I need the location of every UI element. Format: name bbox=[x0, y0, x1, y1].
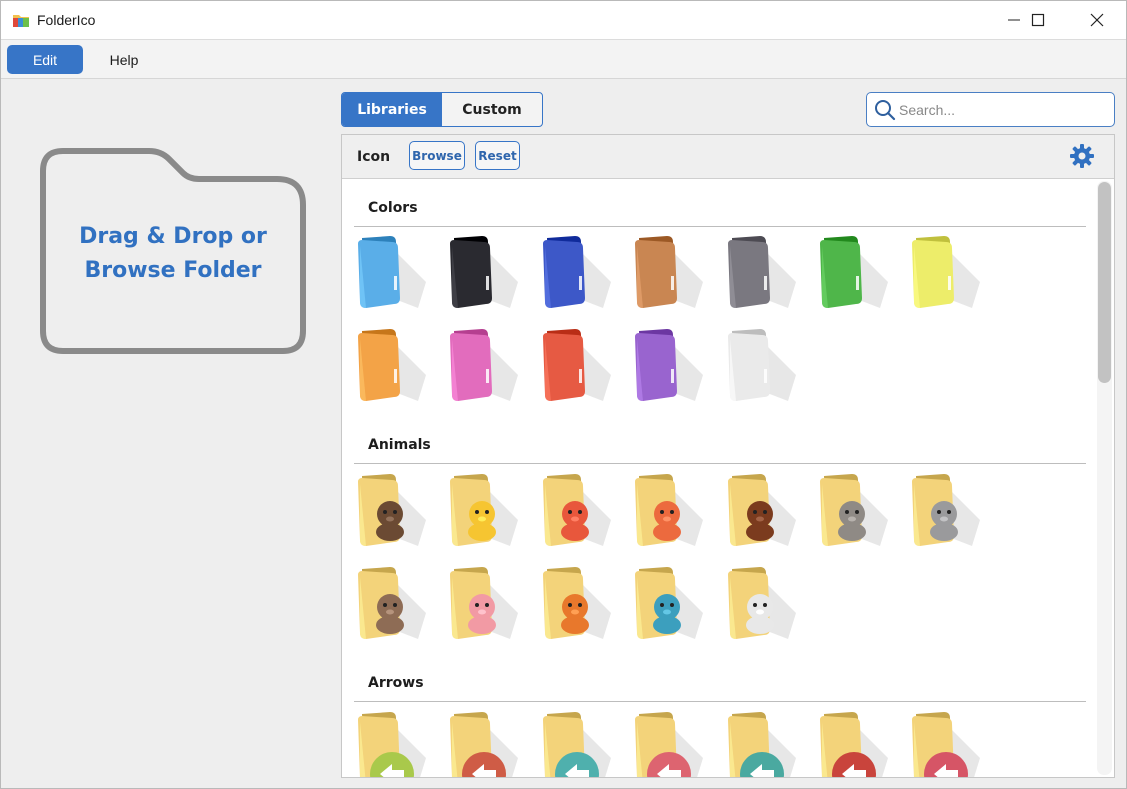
folder-chevron-left-pink-icon bbox=[912, 712, 980, 777]
folder-blue-icon bbox=[358, 236, 426, 308]
folder-icon-dark-blue[interactable] bbox=[537, 228, 613, 310]
folder-icon-raccoon[interactable] bbox=[352, 559, 428, 641]
folder-yellow-icon bbox=[912, 236, 980, 308]
scrollbar-thumb[interactable] bbox=[1098, 182, 1111, 383]
folder-icon-hippo[interactable] bbox=[814, 466, 890, 548]
folder-icon-arrow-left-lime[interactable] bbox=[352, 704, 428, 777]
search-icon bbox=[875, 100, 896, 121]
folder-arrow-left-pink-icon bbox=[635, 712, 703, 777]
folder-icon-green[interactable] bbox=[814, 228, 890, 310]
folder-icon-white[interactable] bbox=[722, 321, 798, 403]
folder-pink-icon bbox=[450, 329, 518, 401]
folder-icon-brown[interactable] bbox=[629, 228, 705, 310]
gear-icon[interactable] bbox=[1069, 143, 1095, 169]
folder-red-icon bbox=[543, 329, 611, 401]
section-title: Animals bbox=[368, 437, 431, 453]
tab-libraries[interactable]: Libraries bbox=[342, 93, 442, 126]
drop-zone-line-1: Drag & Drop or bbox=[79, 224, 267, 249]
folder-icon-dots-teal[interactable] bbox=[537, 704, 613, 777]
menu-help[interactable]: Help bbox=[93, 45, 155, 74]
folder-icon-zebra[interactable] bbox=[722, 559, 798, 641]
folder-icon-red[interactable] bbox=[537, 321, 613, 403]
drop-zone-line-2: Browse Folder bbox=[84, 258, 262, 283]
search-box bbox=[866, 92, 1115, 127]
folder-icon-chevron-left-pink[interactable] bbox=[906, 704, 982, 777]
window-title: FolderIco bbox=[37, 12, 96, 28]
folder-white-icon bbox=[728, 329, 796, 401]
library-tabs: Libraries Custom bbox=[341, 92, 543, 127]
folder-koala-icon bbox=[912, 474, 980, 546]
close-button[interactable] bbox=[1074, 1, 1120, 39]
section-title: Arrows bbox=[368, 675, 424, 691]
folder-gray-icon bbox=[728, 236, 796, 308]
folder-icon-whale[interactable] bbox=[629, 559, 705, 641]
folder-dots-teal-icon bbox=[543, 712, 611, 777]
folder-icon-crab[interactable] bbox=[537, 466, 613, 548]
drop-zone-text: Drag & Drop or Browse Folder bbox=[37, 220, 309, 288]
folder-crab-icon bbox=[543, 474, 611, 546]
tab-custom[interactable]: Custom bbox=[442, 93, 542, 126]
search-input[interactable] bbox=[899, 98, 1099, 122]
section-title: Colors bbox=[368, 200, 418, 216]
vertical-scrollbar[interactable] bbox=[1097, 181, 1112, 775]
folder-whale-icon bbox=[635, 567, 703, 639]
folder-chick-icon bbox=[450, 474, 518, 546]
folder-icon-arrow-back-teal[interactable] bbox=[722, 704, 798, 777]
folder-icon-bull[interactable] bbox=[352, 466, 428, 548]
folder-icon-pig[interactable] bbox=[444, 559, 520, 641]
folder-dark-blue-icon bbox=[543, 236, 611, 308]
folder-icon-purple[interactable] bbox=[629, 321, 705, 403]
folder-black-icon bbox=[450, 236, 518, 308]
folder-arrow-left-lime-icon bbox=[358, 712, 426, 777]
folder-icon-orange[interactable] bbox=[352, 321, 428, 403]
app-logo-icon bbox=[13, 15, 29, 27]
menu-bar: Edit Help bbox=[1, 39, 1126, 79]
app-window: FolderIco Edit Help Drag & Drop or Brows… bbox=[0, 0, 1127, 789]
folder-tiger-icon bbox=[543, 567, 611, 639]
menu-edit[interactable]: Edit bbox=[7, 45, 83, 74]
folder-icon-tiger[interactable] bbox=[537, 559, 613, 641]
folder-hippo-icon bbox=[820, 474, 888, 546]
folder-icon-chick[interactable] bbox=[444, 466, 520, 548]
folder-icon-gray[interactable] bbox=[722, 228, 798, 310]
folder-icon-black[interactable] bbox=[444, 228, 520, 310]
maximize-button[interactable] bbox=[1015, 1, 1061, 39]
folder-icon-arrow-left-red[interactable] bbox=[444, 704, 520, 777]
folder-icon-yellow[interactable] bbox=[906, 228, 982, 310]
section-divider bbox=[354, 701, 1086, 702]
icon-library-panel: Icon Browse Reset Colors Animals Arrows bbox=[341, 134, 1115, 778]
folder-hedgehog-icon bbox=[728, 474, 796, 546]
folder-icon-pink[interactable] bbox=[444, 321, 520, 403]
folder-zebra-icon bbox=[728, 567, 796, 639]
browse-icon-button[interactable]: Browse bbox=[409, 141, 465, 170]
folder-icon-arrow-left-pink[interactable] bbox=[629, 704, 705, 777]
folder-icon-fox[interactable] bbox=[629, 466, 705, 548]
icon-grid-area: Colors Animals Arrows bbox=[342, 180, 1114, 777]
maximize-icon bbox=[1031, 13, 1045, 27]
section-divider bbox=[354, 226, 1086, 227]
folder-icon-arrow-left-dark-red[interactable] bbox=[814, 704, 890, 777]
close-icon bbox=[1090, 13, 1104, 27]
folder-green-icon bbox=[820, 236, 888, 308]
folder-fox-icon bbox=[635, 474, 703, 546]
title-bar: FolderIco bbox=[1, 1, 1126, 39]
folder-icon-blue[interactable] bbox=[352, 228, 428, 310]
reset-icon-button[interactable]: Reset bbox=[475, 141, 520, 170]
folder-icon-hedgehog[interactable] bbox=[722, 466, 798, 548]
folder-pig-icon bbox=[450, 567, 518, 639]
folder-arrow-back-teal-icon bbox=[728, 712, 796, 777]
folder-bull-icon bbox=[358, 474, 426, 546]
section-divider bbox=[354, 463, 1086, 464]
folder-raccoon-icon bbox=[358, 567, 426, 639]
icon-toolbar: Icon Browse Reset bbox=[342, 135, 1114, 179]
folder-brown-icon bbox=[635, 236, 703, 308]
folder-icon-koala[interactable] bbox=[906, 466, 982, 548]
folder-orange-icon bbox=[358, 329, 426, 401]
folder-arrow-left-dark-red-icon bbox=[820, 712, 888, 777]
folder-purple-icon bbox=[635, 329, 703, 401]
folder-arrow-left-red-icon bbox=[450, 712, 518, 777]
icon-label: Icon bbox=[357, 149, 391, 165]
